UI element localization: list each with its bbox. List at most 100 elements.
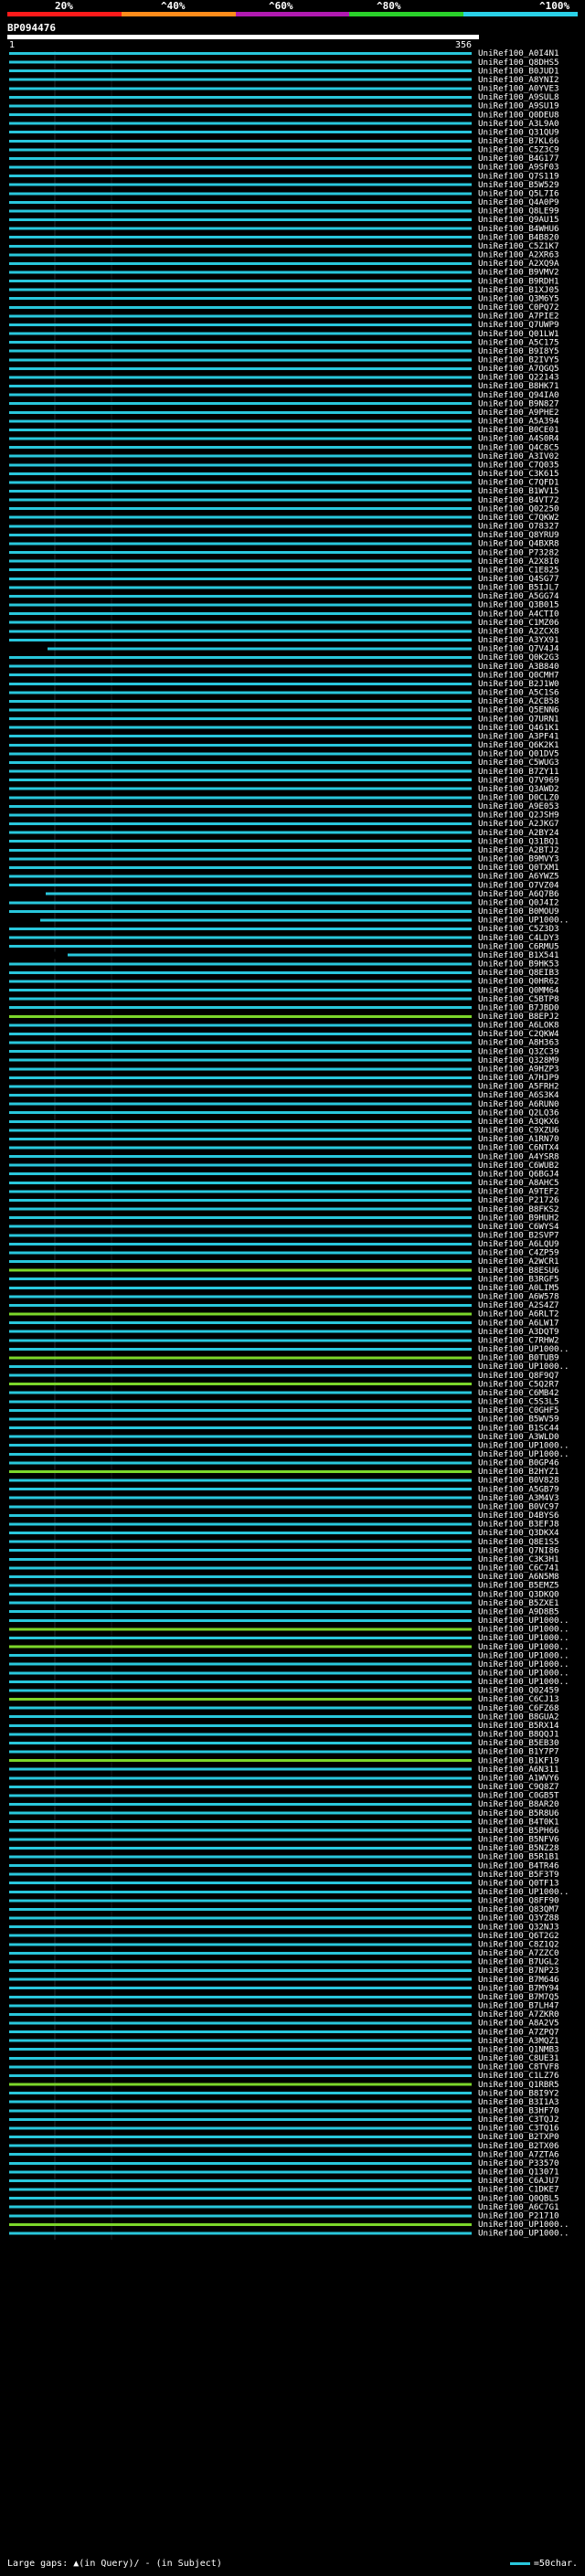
hit-bar[interactable]: [9, 586, 472, 589]
hit-bar[interactable]: [9, 1207, 472, 1211]
hit-bar[interactable]: [9, 192, 472, 196]
hit-bar[interactable]: [9, 1426, 472, 1430]
hit-bar[interactable]: [9, 69, 472, 73]
hit-bar[interactable]: [9, 1785, 472, 1788]
hit-bar[interactable]: [9, 620, 472, 624]
hit-bar[interactable]: [9, 1216, 472, 1220]
hit-bar[interactable]: [9, 175, 472, 178]
hit-bar[interactable]: [9, 1181, 472, 1184]
hit-bar[interactable]: [9, 2048, 472, 2051]
hit-bar[interactable]: [9, 717, 472, 721]
hit-bar[interactable]: [9, 1033, 472, 1035]
hit-bar[interactable]: [9, 2231, 472, 2235]
hit-bar[interactable]: [9, 997, 472, 1001]
hit-bar[interactable]: [9, 743, 472, 747]
hit-bar[interactable]: [9, 1408, 472, 1412]
hit-bar[interactable]: [9, 708, 472, 712]
hit-bar[interactable]: [9, 358, 472, 362]
hit-bar[interactable]: [9, 691, 472, 694]
hit-bar[interactable]: [9, 2030, 472, 2034]
hit-bar[interactable]: [9, 419, 472, 423]
hit-bar[interactable]: [9, 122, 472, 125]
hit-bar[interactable]: [9, 1146, 472, 1150]
hit-bar[interactable]: [9, 1689, 472, 1692]
hit-bar[interactable]: [9, 1295, 472, 1299]
hit-bar[interactable]: [9, 2188, 472, 2191]
hit-bar[interactable]: [9, 2126, 472, 2130]
hit-bar[interactable]: [9, 376, 472, 379]
hit-bar[interactable]: [9, 1137, 472, 1140]
hit-bar[interactable]: [9, 2021, 472, 2025]
hit-bar[interactable]: [9, 559, 472, 563]
hit-bar[interactable]: [9, 1811, 472, 1815]
hit-bar[interactable]: [9, 402, 472, 406]
hit-bar[interactable]: [9, 1119, 472, 1123]
hit-bar[interactable]: [9, 1610, 472, 1614]
hit-bar[interactable]: [9, 612, 472, 616]
hit-bar[interactable]: [9, 909, 472, 913]
hit-bar[interactable]: [9, 1872, 472, 1876]
hit-bar[interactable]: [9, 1820, 472, 1824]
hit-bar[interactable]: [9, 1058, 472, 1062]
hit-bar[interactable]: [9, 1190, 472, 1193]
hit-bar[interactable]: [9, 498, 472, 502]
hit-bar[interactable]: [9, 148, 472, 152]
hit-bar[interactable]: [9, 1347, 472, 1351]
hit-bar[interactable]: [9, 1645, 472, 1648]
hit-bar[interactable]: [9, 261, 472, 265]
hit-bar[interactable]: [9, 1067, 472, 1071]
hit-bar[interactable]: [9, 2214, 472, 2218]
hit-bar[interactable]: [9, 113, 472, 117]
hit-bar[interactable]: [9, 664, 472, 668]
hit-bar[interactable]: [9, 2197, 472, 2200]
hit-bar[interactable]: [9, 244, 472, 248]
hit-bar[interactable]: [9, 735, 472, 738]
hit-bar[interactable]: [9, 1627, 472, 1631]
hit-bar[interactable]: [9, 2205, 472, 2209]
hit-bar[interactable]: [9, 901, 472, 905]
hit-bar[interactable]: [9, 314, 472, 318]
hit-bar[interactable]: [9, 892, 472, 896]
hit-bar[interactable]: [9, 1444, 472, 1447]
hit-bar[interactable]: [9, 1085, 472, 1088]
hit-bar[interactable]: [9, 875, 472, 878]
hit-bar[interactable]: [9, 393, 472, 397]
hit-bar[interactable]: [9, 1312, 472, 1316]
hit-bar[interactable]: [9, 542, 472, 546]
hit-bar[interactable]: [9, 52, 472, 55]
hit-bar[interactable]: [9, 1882, 472, 1885]
hit-bar[interactable]: [9, 270, 472, 274]
hit-bar[interactable]: [9, 507, 472, 511]
hit-bar[interactable]: [9, 2012, 472, 2016]
hit-bar[interactable]: [9, 1566, 472, 1570]
hit-bar[interactable]: [9, 454, 472, 458]
hit-bar[interactable]: [9, 1006, 472, 1010]
hit-bar[interactable]: [9, 288, 472, 292]
hit-bar[interactable]: [9, 2170, 472, 2174]
hit-bar[interactable]: [9, 1671, 472, 1675]
hit-bar[interactable]: [9, 2222, 472, 2226]
hit-bar[interactable]: [9, 1014, 472, 1018]
hit-bar[interactable]: [9, 1356, 472, 1360]
hit-bar[interactable]: [9, 796, 472, 800]
hit-bar[interactable]: [9, 2136, 472, 2138]
hit-bar[interactable]: [9, 2161, 472, 2165]
hit-bar[interactable]: [9, 1023, 472, 1027]
hit-bar[interactable]: [9, 831, 472, 834]
hit-bar[interactable]: [9, 1129, 472, 1132]
hit-bar[interactable]: [9, 95, 472, 99]
hit-bar[interactable]: [9, 761, 472, 764]
hit-bar[interactable]: [9, 936, 472, 939]
hit-bar[interactable]: [9, 1934, 472, 1937]
hit-bar[interactable]: [9, 1373, 472, 1377]
hit-bar[interactable]: [9, 2056, 472, 2060]
hit-bar[interactable]: [9, 779, 472, 782]
hit-bar[interactable]: [9, 1172, 472, 1176]
hit-bar[interactable]: [9, 1584, 472, 1587]
hit-bar[interactable]: [9, 1855, 472, 1859]
hit-bar[interactable]: [9, 1522, 472, 1526]
hit-bar[interactable]: [9, 953, 472, 957]
hit-bar[interactable]: [9, 1303, 472, 1307]
hit-bar[interactable]: [9, 218, 472, 221]
hit-bar[interactable]: [9, 962, 472, 966]
